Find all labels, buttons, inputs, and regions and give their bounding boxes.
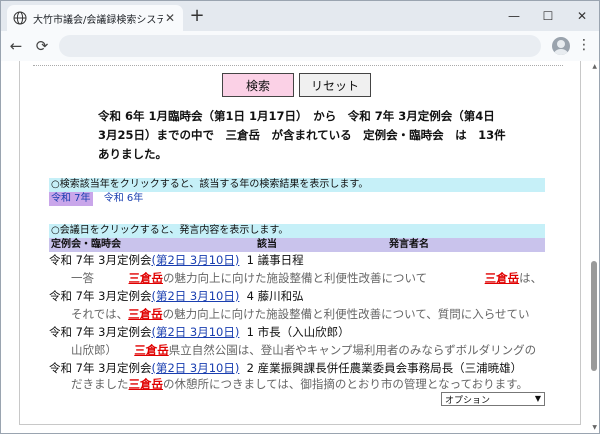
result-excerpt: だきました三倉岳の休憩所につきましては、御指摘のとおり市の管理となっております。 — [49, 376, 549, 393]
result-meeting: 令和 7年 3月定例会 — [49, 253, 152, 267]
year-hint-bar: ○検索該当年をクリックすると、該当する年の検索結果を表示します。 — [49, 178, 545, 192]
profile-avatar-icon[interactable] — [552, 37, 570, 55]
keyword-highlight: 三倉岳 — [128, 307, 163, 321]
excerpt-text: それでは、 — [71, 307, 129, 321]
result-date-link[interactable]: (第2日 3月10日) — [151, 361, 239, 375]
keyword-highlight: 三倉岳 — [484, 271, 520, 285]
result-row: 令和 7年 3月定例会(第2日 3月10日) 1 市長（入山欣郎） — [49, 324, 549, 341]
option-select[interactable]: オプション ▼ — [441, 392, 545, 406]
tab-close-icon[interactable]: ✕ — [163, 11, 177, 25]
result-meeting: 令和 7年 3月定例会 — [49, 325, 152, 339]
result-meeting: 令和 7年 3月定例会 — [49, 289, 152, 303]
result-date-link[interactable]: (第2日 3月10日) — [151, 289, 239, 303]
search-summary: 令和 6年 1月臨時会（第1日 1月17日） から 令和 7年 3月定例会（第4… — [98, 109, 518, 161]
browser-tab[interactable]: 大竹市議会/会議録検索システム ✕ — [7, 5, 183, 31]
result-meeting: 令和 7年 3月定例会 — [49, 361, 152, 375]
result-speaker: 2 産業振興課長併任農業委員会事務局長（三浦暁雄） — [246, 361, 523, 375]
search-button[interactable]: 検索 — [222, 73, 294, 97]
page-viewport: 検索 リセット 令和 6年 1月臨時会（第1日 1月17日） から 令和 7年 … — [1, 61, 599, 433]
column-date: 該当 — [257, 239, 277, 250]
keyword-highlight: 三倉岳 — [128, 377, 164, 391]
result-date-link[interactable]: (第2日 3月10日) — [151, 253, 239, 267]
back-button[interactable]: ← — [3, 33, 29, 59]
result-excerpt: それでは、三倉岳の魅力向上に向けた施設整備と利便性改善について、質問に入らせてい — [49, 306, 549, 323]
globe-icon — [13, 11, 27, 25]
scrollbar[interactable]: ▲ ▼ — [589, 61, 599, 433]
excerpt-text: の魅力向上に向けた施設整備と利便性改善について — [163, 271, 485, 285]
result-excerpt: 山欣郎） 三倉岳県立自然公園は、登山者やキャンプ場利用者のみならずボルダリングの — [49, 342, 549, 359]
reset-button[interactable]: リセット — [299, 73, 371, 97]
results-header: 定例会・臨時会 該当 発言者名 — [49, 238, 545, 252]
result-row: 令和 7年 3月定例会(第2日 3月10日) 1 議事日程 — [49, 252, 549, 269]
excerpt-text: は、 — [519, 271, 543, 285]
excerpt-text: の休憩所につきましては、御指摘のとおり市の管理となっております。 — [163, 377, 529, 391]
browser-menu-icon[interactable]: ⋮ — [577, 37, 591, 55]
scroll-up-icon[interactable]: ▲ — [592, 63, 597, 70]
excerpt-text: 山欣郎） — [71, 343, 135, 357]
window-controls: — ☐ ✕ — [497, 1, 599, 31]
dotted-divider — [33, 65, 563, 66]
scrollbar-thumb[interactable] — [591, 261, 597, 371]
year-link-r6[interactable]: 令和 6年 — [102, 192, 146, 206]
reload-button[interactable]: ⟳ — [29, 33, 55, 59]
keyword-highlight: 三倉岳 — [134, 343, 169, 357]
new-tab-button[interactable]: + — [187, 7, 207, 27]
date-hint-bar: ○会議日をクリックすると、発言内容を表示します。 — [49, 224, 545, 238]
option-select-value: オプション — [445, 395, 491, 406]
result-row: 令和 7年 3月定例会(第2日 3月10日) 4 藤川和弘 — [49, 288, 549, 305]
maximize-button[interactable]: ☐ — [531, 1, 565, 31]
year-links: 令和 7年 令和 6年 — [49, 192, 151, 206]
close-window-button[interactable]: ✕ — [565, 1, 599, 31]
result-speaker: 1 議事日程 — [246, 253, 304, 267]
minimize-button[interactable]: — — [497, 1, 531, 31]
address-bar[interactable] — [59, 35, 541, 57]
excerpt-text: だきました — [71, 377, 129, 391]
navigation-bar: ← ⟳ ⋮ — [1, 31, 599, 61]
column-speaker: 発言者名 — [389, 239, 429, 250]
chevron-down-icon: ▼ — [534, 394, 541, 403]
excerpt-text: の魅力向上に向けた施設整備と利便性改善について、質問に入らせてい — [162, 307, 530, 321]
excerpt-text: 県立自然公園は、登山者やキャンプ場利用者のみならずボルダリングの — [168, 343, 537, 357]
year-link-r7[interactable]: 令和 7年 — [49, 192, 93, 206]
tab-title: 大竹市議会/会議録検索システム — [33, 14, 163, 26]
result-row: 令和 7年 3月定例会(第2日 3月10日) 2 産業振興課長併任農業委員会事務… — [49, 360, 549, 377]
column-meeting: 定例会・臨時会 — [51, 239, 121, 250]
tab-bar: 大竹市議会/会議録検索システム ✕ + — ☐ ✕ — [1, 1, 599, 31]
scroll-down-icon[interactable]: ▼ — [592, 424, 597, 431]
excerpt-text: 一答 — [71, 271, 129, 285]
keyword-highlight: 三倉岳 — [128, 271, 164, 285]
browser-window: 大竹市議会/会議録検索システム ✕ + — ☐ ✕ ← ⟳ ⋮ 検索 リセット … — [0, 0, 600, 434]
result-speaker: 4 藤川和弘 — [246, 289, 304, 303]
result-speaker: 1 市長（入山欣郎） — [246, 325, 350, 339]
result-excerpt: 一答 三倉岳の魅力向上に向けた施設整備と利便性改善について 三倉岳は、 — [49, 270, 549, 287]
result-date-link[interactable]: (第2日 3月10日) — [151, 325, 239, 339]
